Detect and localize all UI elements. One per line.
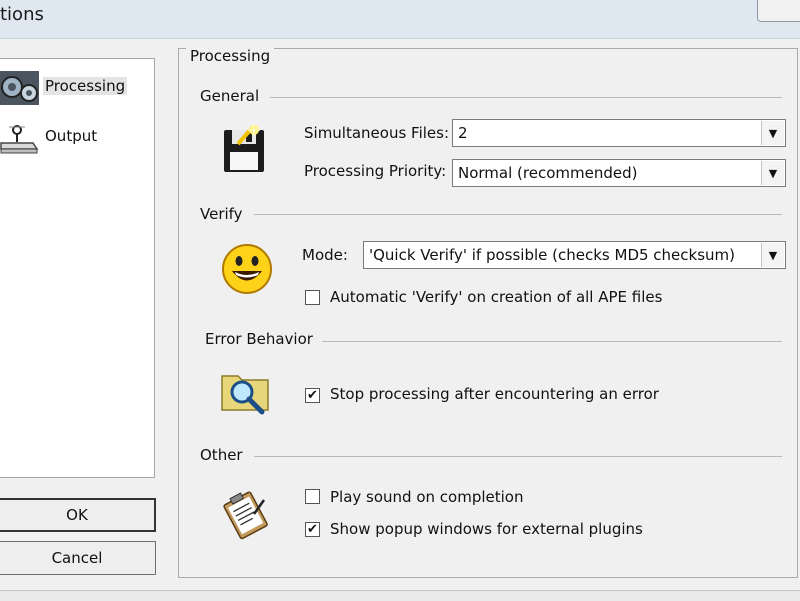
chevron-down-icon[interactable]: ▼ [761,161,784,185]
close-button[interactable] [757,0,800,22]
smiley-icon [222,244,272,294]
check-icon: ✔ [307,388,318,403]
window-bottom-edge [0,590,800,601]
title-bar [0,0,800,39]
section-divider [322,341,782,342]
stop-on-error-label[interactable]: Stop processing after encountering an er… [330,385,659,403]
nav-item-label: Processing [43,77,128,95]
section-heading-verify: Verify [198,205,249,223]
section-heading-error-behavior: Error Behavior [203,330,319,348]
section-heading-other: Other [198,446,249,464]
verify-mode-label: Mode: [302,246,348,264]
select-value: 'Quick Verify' if possible (checks MD5 c… [369,246,736,264]
verify-mode-select[interactable]: 'Quick Verify' if possible (checks MD5 c… [363,241,786,269]
processing-priority-label: Processing Priority: [304,162,447,180]
auto-verify-label[interactable]: Automatic 'Verify' on creation of all AP… [330,288,662,306]
select-value: Normal (recommended) [458,164,638,182]
play-sound-checkbox[interactable] [305,489,320,504]
ok-button[interactable]: OK [0,498,156,532]
section-divider [270,97,782,98]
check-icon: ✔ [307,522,318,537]
section-divider [254,214,782,215]
group-title: Processing [186,47,275,65]
processing-priority-select[interactable]: Normal (recommended) ▼ [452,159,786,187]
floppy-disk-icon [224,124,264,172]
show-popups-checkbox[interactable]: ✔ [305,522,320,537]
section-divider [254,456,782,457]
nav-item-output[interactable]: Output [0,115,149,159]
select-value: 2 [458,124,468,142]
category-list[interactable]: Processing Output [0,58,155,478]
show-popups-label[interactable]: Show popup windows for external plugins [330,520,643,538]
stop-on-error-checkbox[interactable]: ✔ [305,388,320,403]
simultaneous-files-label: Simultaneous Files: [304,124,450,142]
chevron-down-icon[interactable]: ▼ [761,243,784,267]
cancel-button[interactable]: Cancel [0,541,156,575]
simultaneous-files-select[interactable]: 2 ▼ [452,119,786,147]
chevron-down-icon[interactable]: ▼ [761,121,784,145]
gears-icon [0,71,39,105]
nav-item-processing[interactable]: Processing [0,65,149,109]
clipboard-icon [223,491,268,540]
folder-search-icon [221,375,269,415]
window-title: tions [0,4,44,25]
play-sound-label[interactable]: Play sound on completion [330,488,523,506]
drive-icon [0,125,39,154]
nav-item-label: Output [45,127,98,145]
auto-verify-checkbox[interactable] [305,290,320,305]
section-heading-general: General [198,87,266,105]
